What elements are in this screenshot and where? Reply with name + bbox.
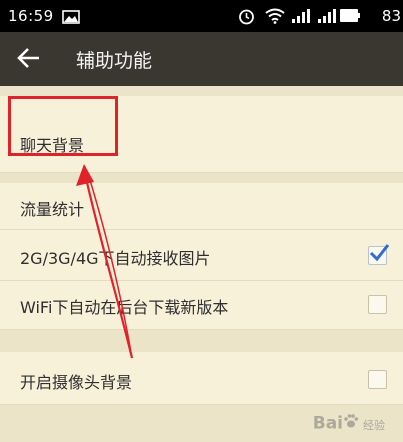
paw-icon bbox=[343, 413, 359, 434]
annotation-arrow bbox=[76, 164, 134, 359]
watermark-sub: 经验 bbox=[363, 418, 385, 432]
watermark: Bai 经验 bbox=[313, 413, 385, 434]
watermark-brand: Bai bbox=[312, 413, 343, 434]
